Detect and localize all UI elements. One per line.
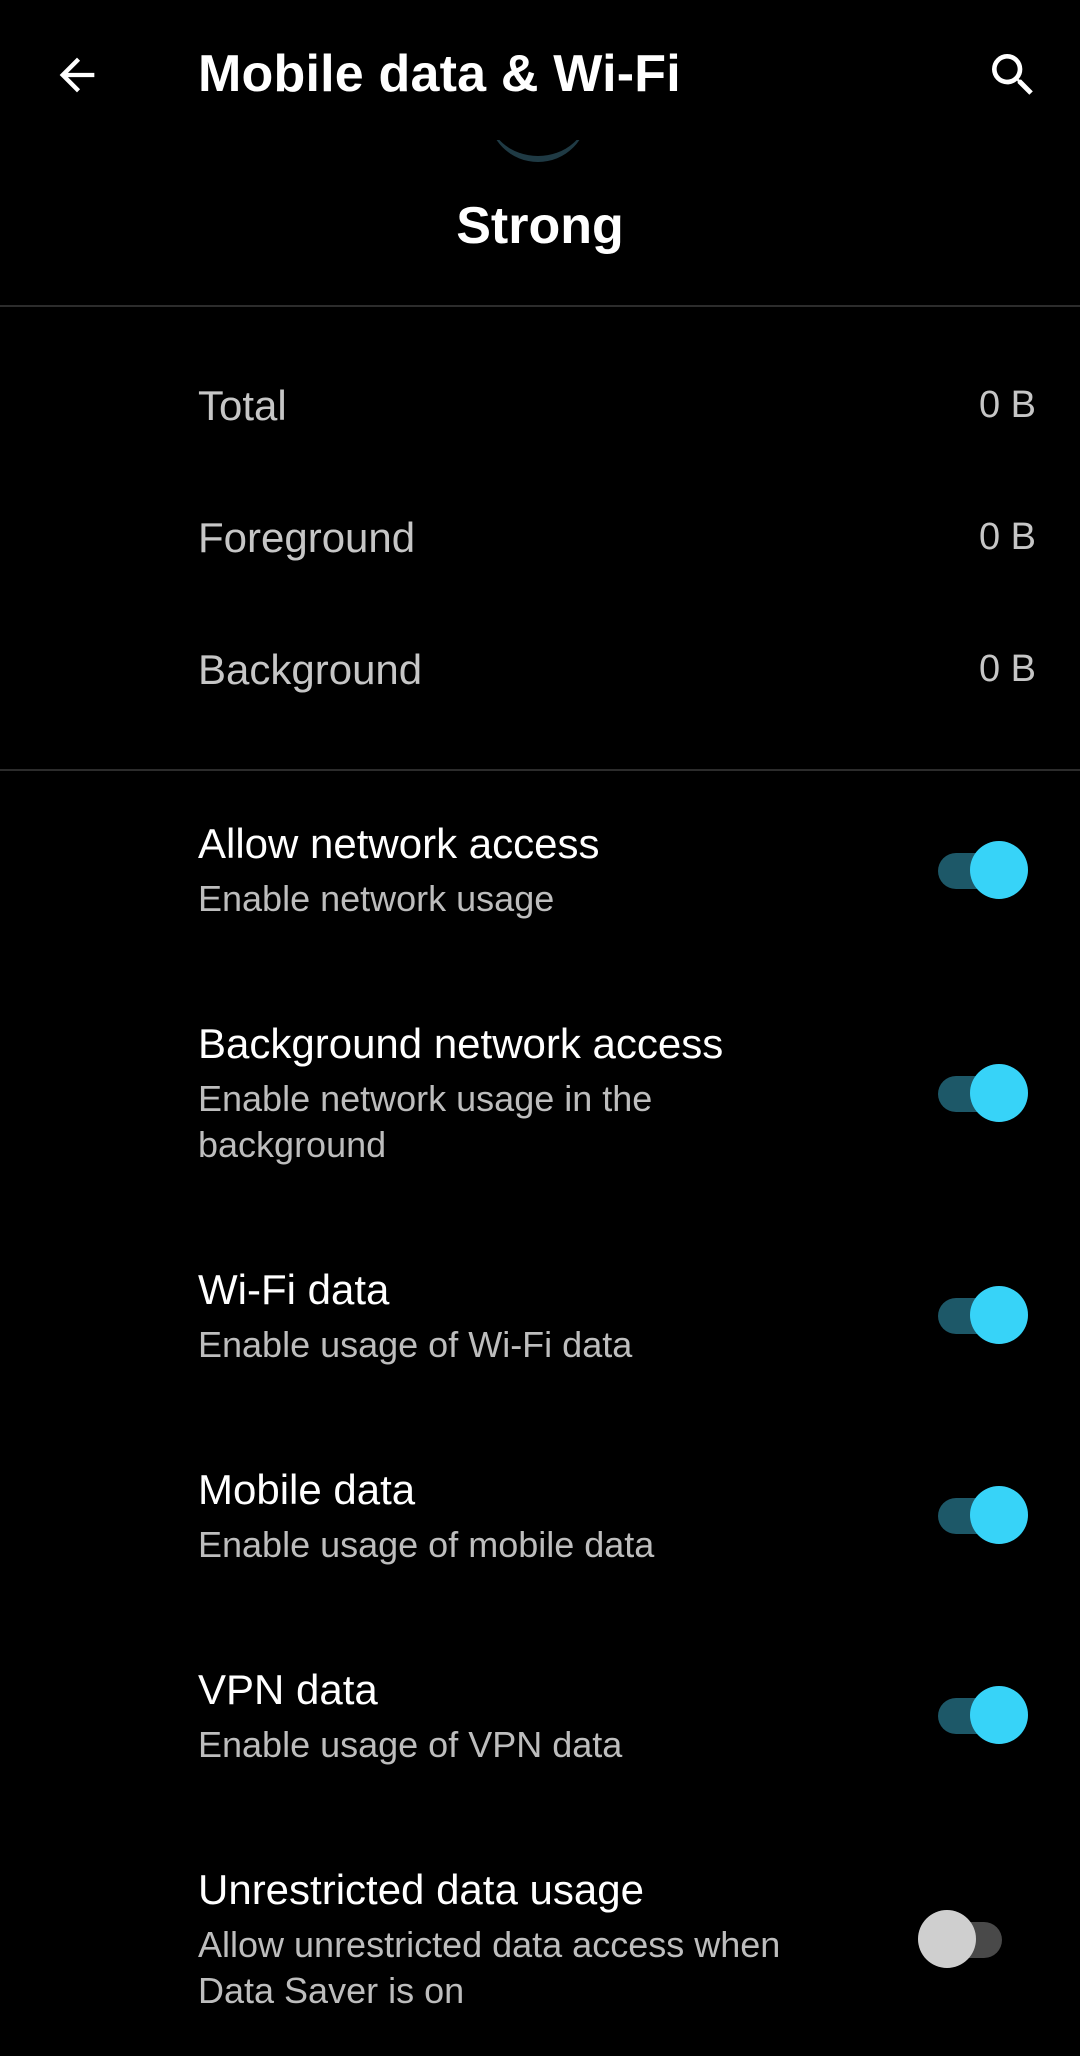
app-bar: Mobile data & Wi-Fi (0, 0, 1080, 150)
setting-title: Background network access (198, 1020, 724, 1067)
setting-subtitle: Enable usage of Wi-Fi data (198, 1324, 633, 1365)
search-button[interactable] (976, 38, 1050, 112)
setting-title: VPN data (198, 1666, 378, 1713)
usage-label: Foreground (198, 514, 416, 561)
usage-value: 0 B (978, 648, 1036, 690)
usage-label: Background (198, 646, 423, 693)
signal-gauge (488, 140, 588, 162)
setting-title: Allow network access (198, 820, 600, 867)
setting-background-network-access[interactable]: Background network access Enable network… (0, 1020, 1080, 1180)
setting-unrestricted-data-usage[interactable]: Unrestricted data usage Allow unrestrict… (0, 1866, 1080, 2026)
search-icon (992, 54, 1033, 95)
toggle-switch-on[interactable] (938, 1684, 1028, 1744)
toggle-switch-off[interactable] (918, 1908, 1008, 1968)
setting-title: Wi-Fi data (198, 1266, 390, 1313)
toggle-switch-on[interactable] (938, 1484, 1028, 1544)
divider (0, 305, 1080, 307)
setting-subtitle: Enable network usage (198, 878, 555, 919)
arrow-back-icon (59, 57, 95, 93)
usage-row-background: Background 0 B (0, 630, 1080, 710)
setting-allow-network-access[interactable]: Allow network access Enable network usag… (0, 820, 1080, 940)
usage-row-total: Total 0 B (0, 366, 1080, 446)
page-title: Mobile data & Wi-Fi (198, 45, 681, 103)
setting-subtitle: Enable usage of mobile data (198, 1524, 655, 1565)
setting-title: Mobile data (198, 1466, 416, 1513)
usage-row-foreground: Foreground 0 B (0, 498, 1080, 578)
usage-value: 0 B (978, 384, 1036, 426)
usage-label: Total (198, 382, 287, 429)
usage-value: 0 B (978, 516, 1036, 558)
toggle-switch-on[interactable] (938, 1062, 1028, 1122)
setting-mobile-data[interactable]: Mobile data Enable usage of mobile data (0, 1466, 1080, 1586)
setting-subtitle: Allow unrestricted data access when Data… (198, 1924, 781, 2011)
signal-strength-label: Strong (456, 197, 624, 255)
setting-subtitle: Enable usage of VPN data (198, 1724, 623, 1765)
toggle-switch-on[interactable] (938, 839, 1028, 899)
divider (0, 769, 1080, 771)
setting-title: Unrestricted data usage (198, 1866, 644, 1913)
setting-vpn-data[interactable]: VPN data Enable usage of VPN data (0, 1666, 1080, 1786)
setting-subtitle: Enable network usage in the background (198, 1078, 653, 1165)
toggle-switch-on[interactable] (938, 1284, 1028, 1344)
setting-wifi-data[interactable]: Wi-Fi data Enable usage of Wi-Fi data (0, 1266, 1080, 1386)
back-button[interactable] (40, 38, 114, 112)
